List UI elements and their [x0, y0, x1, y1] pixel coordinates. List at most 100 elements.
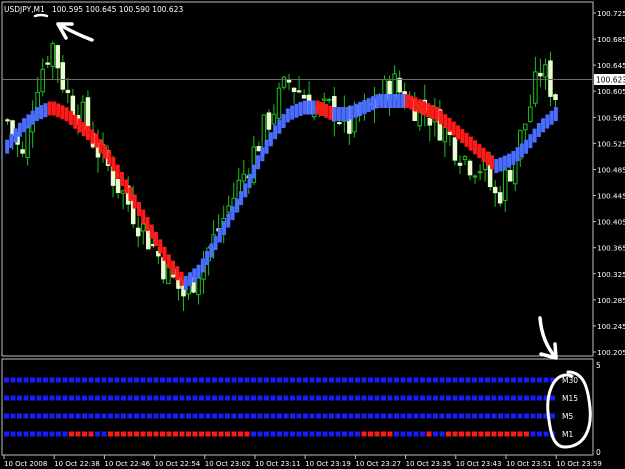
strip-segment	[491, 377, 497, 383]
strip-segment	[381, 377, 386, 383]
ma-segment	[536, 122, 541, 137]
ma-segment	[154, 231, 159, 246]
strip-segment	[140, 395, 146, 401]
candle-body	[321, 98, 327, 101]
candle-body	[281, 76, 287, 88]
strip-segment	[173, 377, 178, 383]
candle-body	[477, 171, 483, 174]
strip-segment	[88, 413, 94, 419]
candle-body	[502, 169, 508, 201]
strip-segment	[257, 431, 263, 437]
strip-segment	[4, 377, 9, 383]
time-axis: 10 Oct 2008 10 Oct 22:38 10 Oct 22:46 10 Oc…	[3, 455, 602, 468]
ma-segment	[362, 99, 367, 114]
ma-segment	[383, 94, 388, 109]
strip-segment	[153, 431, 159, 437]
strip-segment	[264, 413, 269, 419]
strip-segment	[322, 395, 328, 401]
strip-segment	[17, 377, 22, 383]
strip-segment	[4, 413, 9, 419]
strip-segment	[530, 413, 536, 419]
ma-segment	[5, 139, 10, 154]
strip-segment	[212, 395, 217, 401]
strip-segment	[134, 395, 139, 401]
strip-segment	[342, 395, 347, 401]
strip-segment	[329, 431, 334, 437]
candle-body	[115, 178, 121, 194]
ma-segment	[205, 250, 210, 265]
strip-segment	[173, 431, 178, 437]
strip-segment	[413, 431, 419, 437]
ma-segment	[502, 155, 507, 170]
ma-segment	[222, 221, 227, 236]
strip-segment	[30, 395, 35, 401]
ma-segment	[443, 114, 448, 129]
candle-body	[492, 186, 498, 194]
time-tick-label: 10 Oct 23:59	[556, 460, 602, 468]
candle-body	[40, 68, 45, 93]
strip-segment	[140, 413, 146, 419]
strip-segment	[485, 377, 490, 383]
strip-segment	[36, 395, 42, 401]
strip-segment	[114, 431, 120, 437]
ma-segment	[162, 246, 167, 261]
strip-segment	[88, 377, 94, 383]
strip-segment	[309, 377, 315, 383]
candle-body	[296, 90, 302, 93]
strip-segment	[147, 431, 152, 437]
strip-segment	[335, 395, 341, 401]
price-tick-label: 100.645	[597, 61, 625, 70]
ma-segment	[439, 110, 444, 125]
ma-segment	[396, 94, 401, 109]
ma-segment	[298, 101, 303, 116]
ma-segment	[294, 103, 299, 118]
strip-segment	[537, 377, 542, 383]
strip-segment	[108, 395, 113, 401]
candle-body	[266, 112, 272, 130]
strip-segment	[498, 431, 503, 437]
ma-segment	[145, 216, 150, 231]
ma-segment	[90, 129, 95, 144]
ma-segment	[192, 268, 197, 283]
strip-segment	[329, 395, 334, 401]
strip-segment	[348, 431, 354, 437]
strip-segment	[309, 413, 315, 419]
strip-segment	[348, 395, 354, 401]
strip-segment	[153, 377, 159, 383]
strip-segment	[394, 431, 399, 437]
strip-segment	[264, 395, 269, 401]
strip-segment	[264, 377, 269, 383]
strip-segment	[303, 395, 308, 401]
ma-segment	[524, 139, 529, 154]
price-tick-label: 100.205	[597, 348, 625, 357]
strip-segment	[420, 431, 425, 437]
strip-segment	[309, 431, 315, 437]
ma-segment	[200, 258, 205, 273]
time-tick-label: 10 Oct 22:46	[104, 460, 150, 468]
candle-body	[442, 126, 448, 143]
ma-segment	[413, 97, 418, 112]
ma-segment	[379, 94, 384, 109]
strip-segment	[212, 413, 217, 419]
strip-segment	[257, 395, 263, 401]
strip-segment	[225, 413, 230, 419]
strip-segment	[465, 377, 471, 383]
strip-segment	[459, 377, 464, 383]
timeframe-label: M15	[562, 394, 578, 403]
strip-segment	[504, 413, 510, 419]
strip-segment	[238, 395, 243, 401]
ma-segment	[490, 155, 495, 170]
indicator-panel-frame	[1, 358, 594, 456]
strip-segment	[127, 413, 133, 419]
strip-segment	[329, 377, 334, 383]
price-axis: 100.725 100.685 100.645 100.605 100.565 100.5…	[593, 9, 625, 357]
strip-segment	[361, 431, 367, 437]
ma-segment	[541, 118, 546, 133]
strip-segment	[407, 377, 412, 383]
strip-segment	[537, 413, 542, 419]
ma-segment	[434, 106, 439, 121]
ma-segment	[315, 100, 320, 115]
strip-segment	[439, 413, 445, 419]
strip-segment	[43, 377, 48, 383]
strip-segment	[199, 395, 204, 401]
